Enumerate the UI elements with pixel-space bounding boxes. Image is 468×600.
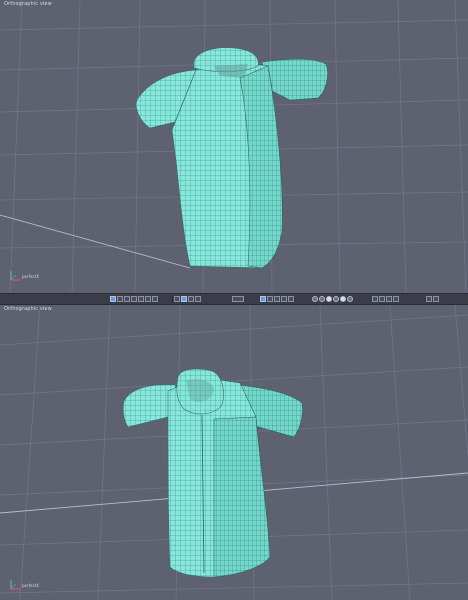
sphere-outline-icon[interactable]: [347, 296, 353, 302]
layout-six-button[interactable]: [152, 296, 158, 302]
top-viewport[interactable]: Orthographic view perfectX: [0, 0, 468, 293]
wireframe-mode-button[interactable]: [174, 296, 180, 302]
layout-four-button[interactable]: [138, 296, 144, 302]
layout-five-button[interactable]: [145, 296, 151, 302]
camera-icon[interactable]: [433, 296, 439, 302]
snap-vertex-button[interactable]: [379, 296, 385, 302]
layout-split-v-button[interactable]: [124, 296, 130, 302]
bottom-viewport[interactable]: Orthographic view perfectX: [0, 305, 468, 600]
sphere-wire-icon[interactable]: [312, 296, 318, 302]
bottom-viewport-canvas[interactable]: [0, 305, 468, 600]
sphere-lit-icon[interactable]: [340, 296, 346, 302]
top-view-label: Orthographic view: [4, 1, 52, 7]
toolbar-separator: [172, 296, 173, 303]
hidden-line-mode-button[interactable]: [195, 296, 201, 302]
top-axis-label: perfectX: [22, 274, 40, 279]
pan-tool-button[interactable]: [288, 296, 294, 302]
snap-tools: [372, 296, 399, 303]
sphere-flat-icon[interactable]: [319, 296, 325, 302]
bottom-coat-mesh[interactable]: [122, 368, 303, 578]
rotate-tool-button[interactable]: [274, 296, 280, 302]
top-coat-mesh[interactable]: [135, 47, 328, 269]
sphere-matcap-icon[interactable]: [333, 296, 339, 302]
sphere-smooth-icon[interactable]: [326, 296, 332, 302]
bottom-axis-label: perfectX: [22, 583, 40, 588]
render-buttons: [426, 296, 439, 303]
scale-tool-button[interactable]: [281, 296, 287, 302]
top-viewport-canvas[interactable]: [0, 0, 468, 293]
layout-buttons: [110, 296, 158, 303]
layout-three-button[interactable]: [131, 296, 137, 302]
shading-spheres: [312, 296, 353, 303]
textured-mode-button[interactable]: [188, 296, 194, 302]
zoom-selector: [232, 296, 244, 303]
top-ground-line: [0, 214, 191, 269]
top-axis-widget: perfectX: [8, 268, 48, 284]
shaded-mode-button[interactable]: [181, 296, 187, 302]
bottom-view-label: Orthographic view: [4, 306, 52, 312]
snap-grid-button[interactable]: [372, 296, 378, 302]
render-preview-button[interactable]: [426, 296, 432, 302]
viewport-toolbar: [0, 293, 468, 305]
move-tool-button[interactable]: [267, 296, 273, 302]
transform-tools: [260, 296, 294, 303]
modeler-window: Orthographic view perfectX Orthographic …: [0, 0, 468, 600]
snap-edge-button[interactable]: [386, 296, 392, 302]
display-mode-buttons: [172, 296, 201, 303]
select-tool-button[interactable]: [260, 296, 266, 302]
layout-split-h-button[interactable]: [117, 296, 123, 302]
bottom-axis-widget: perfectX: [8, 577, 48, 593]
axis-gizmo-icon: [10, 271, 20, 281]
axis-gizmo-icon: [10, 580, 20, 590]
layout-single-button[interactable]: [110, 296, 116, 302]
zoom-dropdown[interactable]: [232, 296, 244, 302]
snap-face-button[interactable]: [393, 296, 399, 302]
